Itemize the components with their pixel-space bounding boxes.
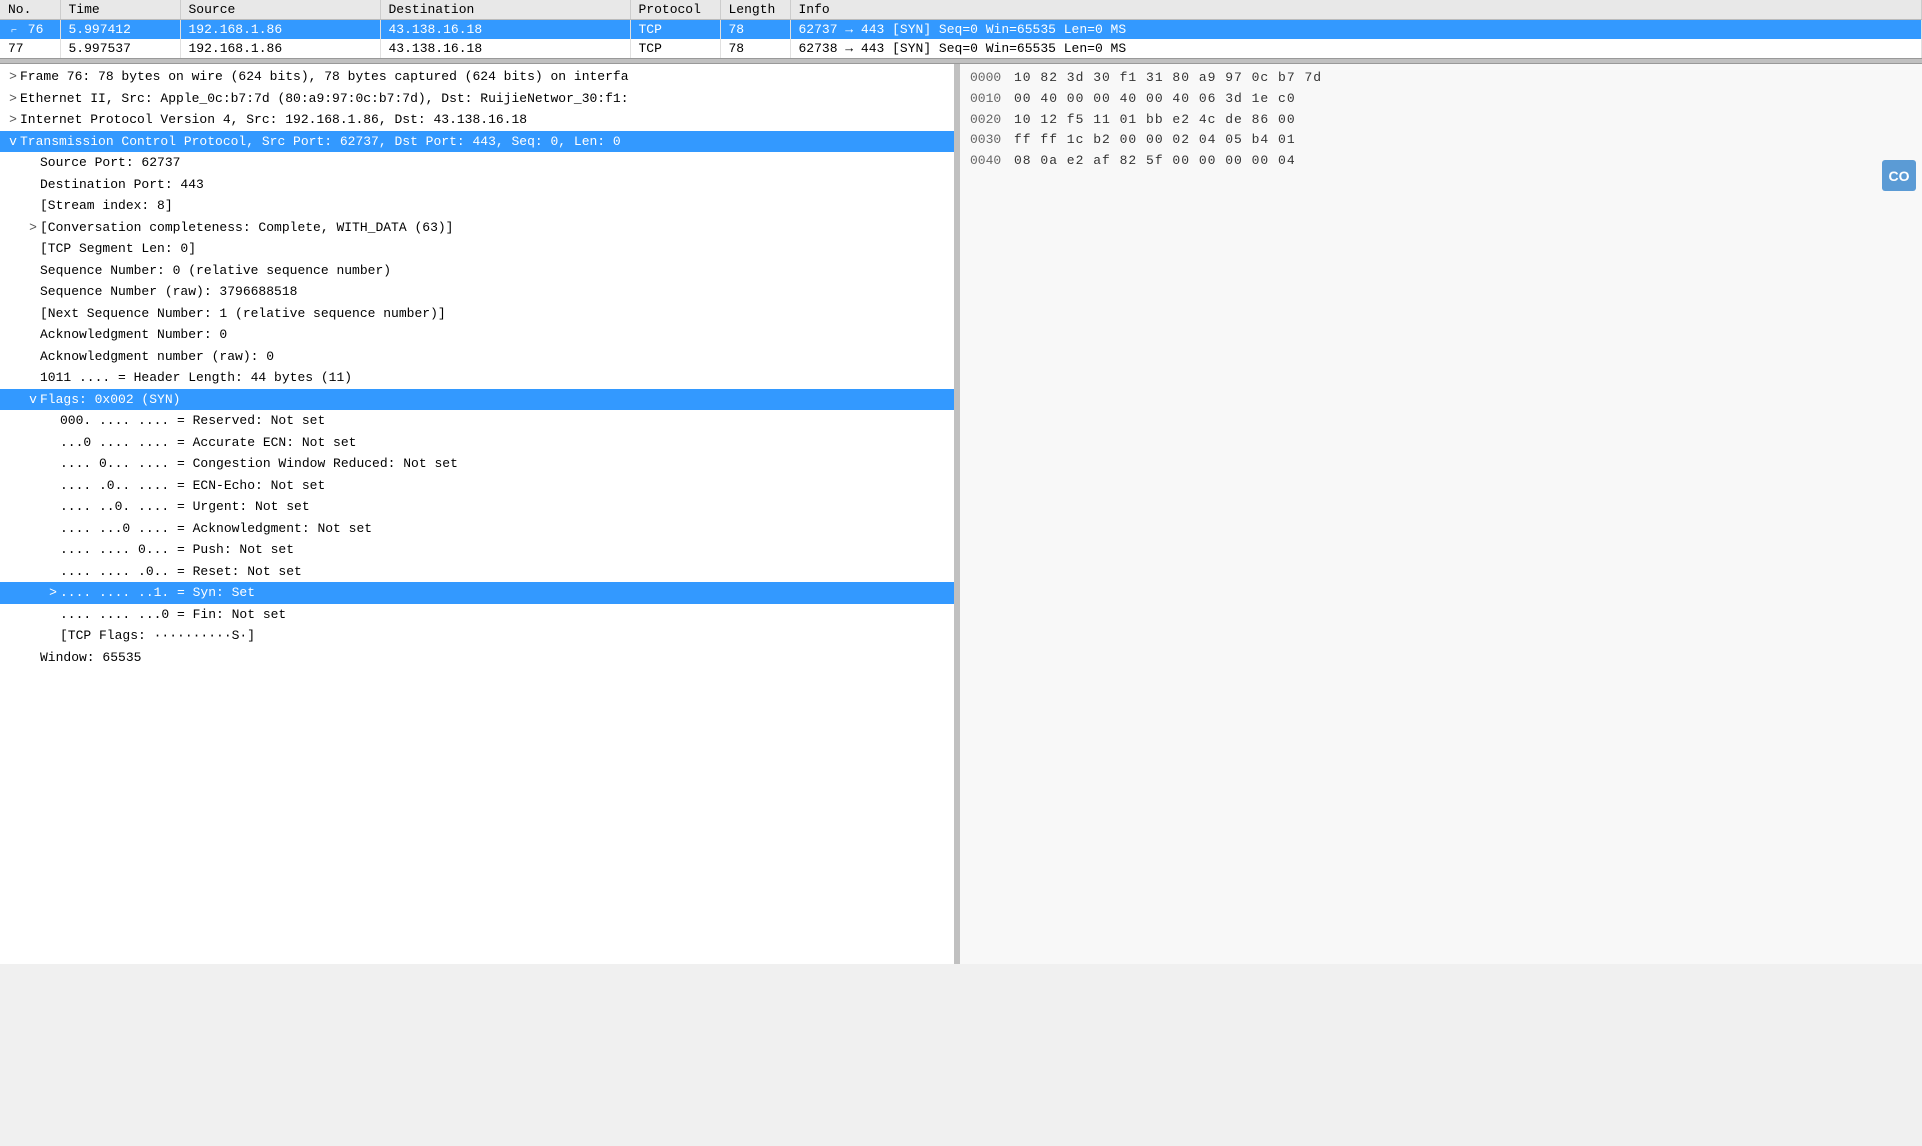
- detail-text: .... .... ..1. = Syn: Set: [60, 585, 255, 600]
- detail-row[interactable]: > Frame 76: 78 bytes on wire (624 bits),…: [0, 66, 954, 88]
- col-source[interactable]: Source: [180, 0, 380, 20]
- expand-icon[interactable]: >: [46, 583, 60, 603]
- detail-row[interactable]: > Ethernet II, Src: Apple_0c:b7:7d (80:a…: [0, 88, 954, 110]
- detail-text: [Next Sequence Number: 1 (relative seque…: [40, 306, 446, 321]
- col-destination[interactable]: Destination: [380, 0, 630, 20]
- col-time[interactable]: Time: [60, 0, 180, 20]
- hex-pane: 000010 82 3d 30 f1 31 80 a9 97 0c b7 7d0…: [960, 64, 1922, 964]
- detail-row[interactable]: Sequence Number (raw): 3796688518: [0, 281, 954, 303]
- hex-offset: 0030: [970, 130, 1006, 151]
- detail-text: .... .... ...0 = Fin: Not set: [60, 607, 286, 622]
- hex-row: 0040 08 0a e2 af 82 5f 00 00 00 00 04: [970, 151, 1912, 172]
- detail-text: Source Port: 62737: [40, 155, 180, 170]
- hex-bytes: 10 82 3d 30 f1 31 80 a9 97 0c b7 7d: [1014, 68, 1322, 89]
- detail-text: Acknowledgment Number: 0: [40, 327, 227, 342]
- detail-row[interactable]: Window: 65535: [0, 647, 954, 669]
- hex-offset: 0040: [970, 151, 1006, 172]
- table-row[interactable]: 775.997537192.168.1.8643.138.16.18TCP786…: [0, 39, 1922, 58]
- detail-row[interactable]: [TCP Segment Len: 0]: [0, 238, 954, 260]
- detail-text: Flags: 0x002 (SYN): [40, 392, 180, 407]
- detail-row[interactable]: v Flags: 0x002 (SYN): [0, 389, 954, 411]
- detail-text: Transmission Control Protocol, Src Port:…: [20, 134, 621, 149]
- detail-text: 1011 .... = Header Length: 44 bytes (11): [40, 370, 352, 385]
- detail-row[interactable]: .... .... 0... = Push: Not set: [0, 539, 954, 561]
- detail-row[interactable]: .... .... .0.. = Reset: Not set: [0, 561, 954, 583]
- detail-row[interactable]: > Internet Protocol Version 4, Src: 192.…: [0, 109, 954, 131]
- col-info[interactable]: Info: [790, 0, 1922, 20]
- expand-icon[interactable]: v: [26, 390, 40, 410]
- detail-text: .... .... .0.. = Reset: Not set: [60, 564, 302, 579]
- detail-row[interactable]: 000. .... .... = Reserved: Not set: [0, 410, 954, 432]
- detail-text: Window: 65535: [40, 650, 141, 665]
- col-no[interactable]: No.: [0, 0, 60, 20]
- hex-bytes: 00 40 00 00 40 00 40 06 3d 1e c0: [1014, 89, 1314, 110]
- hex-offset: 0010: [970, 89, 1006, 110]
- detail-row[interactable]: [TCP Flags: ··········S·]: [0, 625, 954, 647]
- packet-table: No. Time Source Destination Protocol Len…: [0, 0, 1922, 58]
- hex-row: 0000 10 82 3d 30 f1 31 80 a9 97 0c b7 7d: [970, 68, 1912, 89]
- detail-row[interactable]: Acknowledgment Number: 0: [0, 324, 954, 346]
- detail-text: .... ...0 .... = Acknowledgment: Not set: [60, 521, 372, 536]
- detail-text: Internet Protocol Version 4, Src: 192.16…: [20, 112, 527, 127]
- detail-row[interactable]: .... .... ...0 = Fin: Not set: [0, 604, 954, 626]
- detail-row[interactable]: Source Port: 62737: [0, 152, 954, 174]
- detail-text: .... ..0. .... = Urgent: Not set: [60, 499, 310, 514]
- hex-row: 0020 10 12 f5 11 01 bb e2 4c de 86 00: [970, 110, 1912, 131]
- hex-row: 0030 ff ff 1c b2 00 00 02 04 05 b4 01: [970, 130, 1912, 151]
- detail-text: Ethernet II, Src: Apple_0c:b7:7d (80:a9:…: [20, 91, 629, 106]
- detail-row[interactable]: ...0 .... .... = Accurate ECN: Not set: [0, 432, 954, 454]
- hex-bytes: 08 0a e2 af 82 5f 00 00 00 00 04: [1014, 151, 1314, 172]
- detail-row[interactable]: 1011 .... = Header Length: 44 bytes (11): [0, 367, 954, 389]
- col-protocol[interactable]: Protocol: [630, 0, 720, 20]
- expand-icon[interactable]: v: [6, 132, 20, 152]
- expand-icon[interactable]: >: [6, 110, 20, 130]
- detail-text: [TCP Flags: ··········S·]: [60, 628, 255, 643]
- detail-text: [Conversation completeness: Complete, WI…: [40, 220, 453, 235]
- hex-row: 0010 00 40 00 00 40 00 40 06 3d 1e c0: [970, 89, 1912, 110]
- detail-row[interactable]: [Next Sequence Number: 1 (relative seque…: [0, 303, 954, 325]
- detail-row[interactable]: Sequence Number: 0 (relative sequence nu…: [0, 260, 954, 282]
- user-avatar[interactable]: CO: [1882, 160, 1916, 191]
- detail-text: ...0 .... .... = Accurate ECN: Not set: [60, 435, 356, 450]
- detail-text: Acknowledgment number (raw): 0: [40, 349, 274, 364]
- hex-offset: 0000: [970, 68, 1006, 89]
- expand-icon[interactable]: >: [6, 67, 20, 87]
- detail-row[interactable]: Destination Port: 443: [0, 174, 954, 196]
- detail-row[interactable]: .... ..0. .... = Urgent: Not set: [0, 496, 954, 518]
- expand-icon[interactable]: >: [6, 89, 20, 109]
- detail-text: [TCP Segment Len: 0]: [40, 241, 196, 256]
- table-row[interactable]: ⌐ 765.997412192.168.1.8643.138.16.18TCP7…: [0, 20, 1922, 40]
- detail-row[interactable]: .... 0... .... = Congestion Window Reduc…: [0, 453, 954, 475]
- detail-text: [Stream index: 8]: [40, 198, 173, 213]
- detail-row[interactable]: [Stream index: 8]: [0, 195, 954, 217]
- detail-text: Sequence Number (raw): 3796688518: [40, 284, 297, 299]
- detail-row[interactable]: > [Conversation completeness: Complete, …: [0, 217, 954, 239]
- detail-row[interactable]: v Transmission Control Protocol, Src Por…: [0, 131, 954, 153]
- detail-row[interactable]: .... ...0 .... = Acknowledgment: Not set: [0, 518, 954, 540]
- detail-text: 000. .... .... = Reserved: Not set: [60, 413, 325, 428]
- expand-icon[interactable]: >: [26, 218, 40, 238]
- detail-text: Destination Port: 443: [40, 177, 204, 192]
- detail-row[interactable]: Acknowledgment number (raw): 0: [0, 346, 954, 368]
- hex-bytes: ff ff 1c b2 00 00 02 04 05 b4 01: [1014, 130, 1314, 151]
- detail-text: .... .0.. .... = ECN-Echo: Not set: [60, 478, 325, 493]
- hex-offset: 0020: [970, 110, 1006, 131]
- detail-text: Sequence Number: 0 (relative sequence nu…: [40, 263, 391, 278]
- detail-text: Frame 76: 78 bytes on wire (624 bits), 7…: [20, 69, 629, 84]
- detail-pane: > Frame 76: 78 bytes on wire (624 bits),…: [0, 64, 960, 964]
- detail-row[interactable]: .... .0.. .... = ECN-Echo: Not set: [0, 475, 954, 497]
- hex-bytes: 10 12 f5 11 01 bb e2 4c de 86 00: [1014, 110, 1314, 131]
- detail-text: .... .... 0... = Push: Not set: [60, 542, 294, 557]
- detail-text: .... 0... .... = Congestion Window Reduc…: [60, 456, 458, 471]
- col-length[interactable]: Length: [720, 0, 790, 20]
- detail-row[interactable]: > .... .... ..1. = Syn: Set: [0, 582, 954, 604]
